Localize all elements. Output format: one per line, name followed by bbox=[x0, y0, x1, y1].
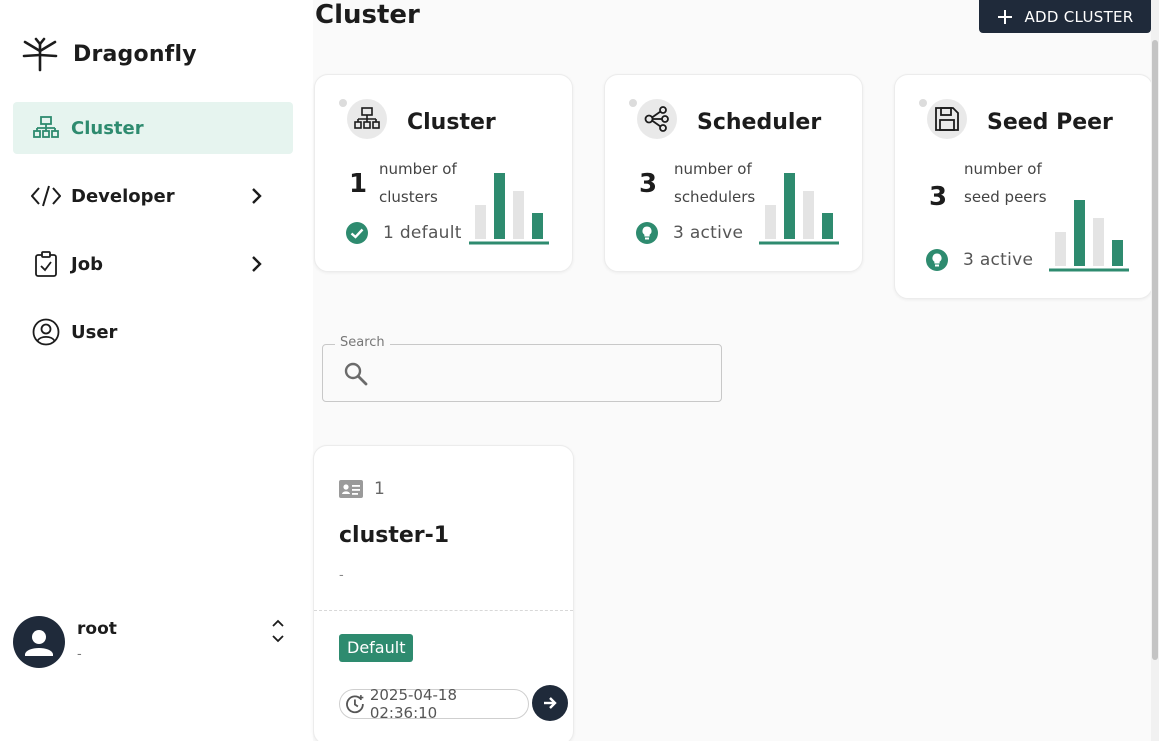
unfold-icon[interactable] bbox=[269, 617, 287, 645]
bar-1 bbox=[1055, 232, 1066, 266]
sidebar-item-label: Cluster bbox=[71, 117, 144, 139]
cluster-stat-card: Cluster 1 number of clusters 1 default bbox=[314, 74, 573, 272]
stat-status-text: 3 active bbox=[673, 223, 744, 243]
chevron-right-icon bbox=[252, 188, 262, 204]
bar-1 bbox=[765, 205, 776, 239]
clipboard-check-icon bbox=[31, 249, 61, 279]
created-time-text: 2025-04-18 02:36:10 bbox=[369, 686, 458, 722]
share-nodes-icon bbox=[637, 99, 677, 139]
id-card-icon bbox=[339, 480, 363, 498]
divider bbox=[314, 610, 573, 611]
brand-name: Dragonfly bbox=[73, 41, 197, 67]
sidebar-item-user[interactable]: User bbox=[13, 306, 293, 358]
lightbulb-icon bbox=[926, 249, 948, 271]
user-menu[interactable]: root - bbox=[13, 616, 293, 670]
search-icon bbox=[344, 362, 368, 386]
main-content: Cluster ADD CLUSTER Cluster 1 number of … bbox=[313, 0, 1159, 741]
bar-4 bbox=[822, 213, 833, 239]
search-label: Search bbox=[335, 335, 390, 350]
add-cluster-button[interactable]: ADD CLUSTER bbox=[979, 0, 1151, 33]
bar-4 bbox=[532, 213, 543, 239]
brand[interactable]: Dragonfly bbox=[22, 36, 197, 72]
stat-title: Cluster bbox=[407, 110, 496, 135]
decorative-dot bbox=[629, 99, 637, 107]
stat-status-text: 1 default bbox=[383, 223, 462, 243]
sidebar-item-cluster[interactable]: Cluster bbox=[13, 102, 293, 154]
lightbulb-icon bbox=[636, 222, 658, 244]
stat-status: 3 active bbox=[925, 248, 1033, 272]
add-cluster-label: ADD CLUSTER bbox=[1024, 7, 1134, 26]
search-field[interactable]: Search bbox=[322, 335, 722, 402]
search-input[interactable] bbox=[379, 353, 709, 393]
sidebar-item-label: Developer bbox=[71, 185, 175, 207]
cluster-card[interactable]: 1 cluster-1 - Default 2025-04-18 02:36:1… bbox=[313, 445, 574, 741]
cluster-description: - bbox=[339, 568, 344, 583]
sidebar-item-label: Job bbox=[71, 253, 103, 275]
scrollbar-thumb[interactable] bbox=[1152, 40, 1158, 660]
bar-3 bbox=[1093, 218, 1104, 266]
stat-status-text: 3 active bbox=[963, 250, 1034, 270]
created-time: 2025-04-18 02:36:10 bbox=[339, 686, 529, 722]
user-circle-icon bbox=[31, 317, 61, 347]
stat-count: 1 bbox=[349, 169, 368, 199]
sidebar-item-label: User bbox=[71, 321, 118, 343]
stat-count: 3 bbox=[639, 169, 658, 199]
sidebar-item-developer[interactable]: Developer bbox=[13, 170, 293, 222]
sitemap-icon bbox=[31, 113, 61, 143]
page-title: Cluster bbox=[315, 0, 420, 30]
save-icon bbox=[927, 99, 967, 139]
bar-2 bbox=[494, 173, 505, 239]
code-icon bbox=[31, 181, 61, 211]
clock-history-icon bbox=[346, 695, 364, 714]
bar-1 bbox=[475, 205, 486, 239]
sidebar: Dragonfly Cluster Developer Job User roo… bbox=[0, 0, 313, 741]
sitemap-icon bbox=[347, 99, 387, 139]
seed-peer-stat-card: Seed Peer 3 number of seed peers 3 activ… bbox=[894, 74, 1153, 299]
cluster-name: cluster-1 bbox=[339, 523, 450, 548]
check-circle-icon bbox=[346, 222, 368, 244]
sidebar-item-job[interactable]: Job bbox=[13, 238, 293, 290]
default-badge: Default bbox=[339, 634, 414, 662]
cluster-id: 1 bbox=[374, 479, 385, 499]
open-cluster-button[interactable] bbox=[532, 685, 568, 721]
decorative-dot bbox=[919, 99, 927, 107]
stat-count: 3 bbox=[929, 182, 948, 212]
avatar bbox=[13, 616, 65, 668]
dragonfly-logo-icon bbox=[22, 37, 58, 72]
stat-status: 3 active bbox=[635, 221, 743, 245]
bar-2 bbox=[784, 173, 795, 239]
stat-status: 1 default bbox=[345, 221, 462, 245]
bar-4 bbox=[1112, 240, 1123, 266]
chevron-right-icon bbox=[252, 256, 262, 272]
person-icon bbox=[25, 630, 53, 656]
scheduler-stat-card: Scheduler 3 number of schedulers 3 activ… bbox=[604, 74, 863, 272]
plus-icon bbox=[998, 9, 1013, 24]
stat-title: Scheduler bbox=[697, 110, 822, 135]
arrow-right-icon bbox=[544, 697, 557, 709]
bar-2 bbox=[1074, 200, 1085, 266]
mini-bar-chart bbox=[1049, 200, 1129, 272]
stat-description: number of seed peers bbox=[964, 160, 1047, 206]
user-subtitle: - bbox=[77, 647, 82, 662]
bar-3 bbox=[803, 191, 814, 239]
bar-3 bbox=[513, 191, 524, 239]
decorative-dot bbox=[339, 99, 347, 107]
stat-title: Seed Peer bbox=[987, 110, 1113, 135]
stat-description: number of clusters bbox=[379, 160, 457, 206]
scrollbar[interactable] bbox=[1151, 0, 1159, 741]
user-name: root bbox=[77, 619, 117, 639]
mini-bar-chart bbox=[759, 173, 839, 245]
mini-bar-chart bbox=[469, 173, 549, 245]
